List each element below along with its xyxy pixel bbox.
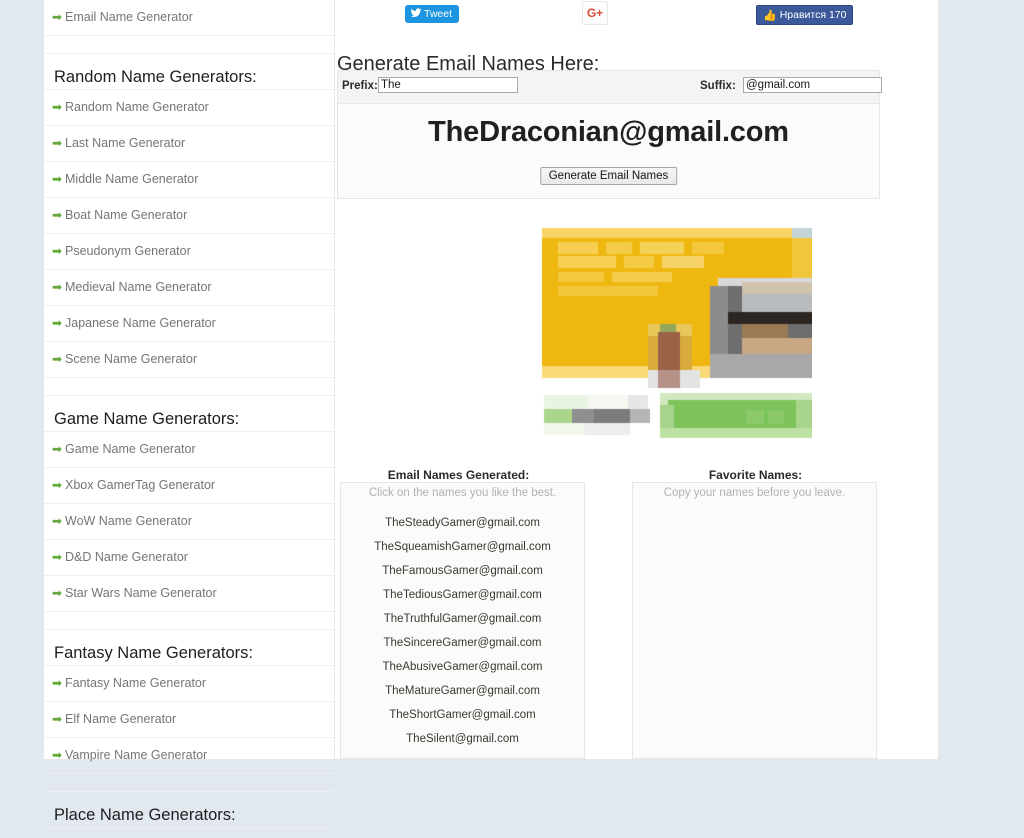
sidebar-item-star-wars-name-generator[interactable]: ➡ Star Wars Name Generator (44, 576, 334, 612)
prefix-label: Prefix: (342, 80, 378, 92)
sidebar-item-fantasy-name-generator[interactable]: ➡ Fantasy Name Generator (44, 666, 334, 702)
sidebar-section-heading-place-name-generators: Place Name Generators: (44, 792, 334, 828)
sidebar-item-scene-name-generator[interactable]: ➡ Scene Name Generator (44, 342, 334, 378)
sidebar-spacer (44, 378, 334, 396)
sidebar-item-wow-name-generator[interactable]: ➡ WoW Name Generator (44, 504, 334, 540)
sidebar-item-label: Pseudonym Generator (65, 244, 191, 258)
sidebar-item-label: Medieval Name Generator (65, 280, 212, 294)
generated-name-item[interactable]: TheTediousGamer@gmail.com (341, 589, 584, 601)
arrow-right-icon: ➡ (52, 748, 63, 762)
favorite-names-hint: Copy your names before you leave. (663, 487, 846, 499)
thumbs-up-icon: 👍 (763, 10, 777, 22)
sidebar-item-d-d-name-generator[interactable]: ➡ D&D Name Generator (44, 540, 334, 576)
arrow-right-icon: ➡ (52, 514, 63, 528)
sidebar-section-heading-game-name-generators: Game Name Generators: (44, 396, 334, 432)
generated-name-item[interactable]: TheMatureGamer@gmail.com (341, 685, 584, 697)
generated-names-box[interactable]: Click on the names you like the best. Th… (340, 482, 585, 759)
sidebar-item-xbox-gamertag-generator[interactable]: ➡ Xbox GamerTag Generator (44, 468, 334, 504)
sidebar-section-heading-random-name-generators: Random Name Generators: (44, 54, 334, 90)
generated-names-hint: Click on the names you like the best. (368, 487, 557, 499)
arrow-right-icon: ➡ (52, 676, 63, 690)
generator-panel: Prefix: Suffix: TheDraconian@gmail.com G… (337, 70, 882, 199)
tweet-button[interactable]: Tweet (405, 5, 460, 23)
social-share-bar: Tweet G+ 👍 Нравится 170 (335, 0, 938, 28)
generated-email-display: TheDraconian@gmail.com (428, 116, 789, 148)
sidebar-item-label: Japanese Name Generator (65, 316, 216, 330)
sidebar-item-label: Boat Name Generator (65, 208, 188, 222)
sidebar-item-boat-name-generator[interactable]: ➡ Boat Name Generator (44, 198, 334, 234)
google-plus-icon: G+ (586, 6, 604, 20)
sidebar-item-label: Email Name Generator (65, 10, 193, 24)
sidebar-item-label: Xbox GamerTag Generator (65, 478, 216, 492)
page-root: ➡ Email Name Generator Random Name Generat… (0, 0, 1024, 828)
twitter-bird-icon (410, 7, 422, 19)
arrow-right-icon: ➡ (52, 244, 63, 258)
sidebar-item-label: Vampire Name Generator (65, 748, 208, 762)
generate-email-names-button[interactable]: Generate Email Names (539, 167, 678, 185)
sidebar-item-japanese-name-generator[interactable]: ➡ Japanese Name Generator (44, 306, 334, 342)
arrow-right-icon: ➡ (52, 550, 63, 564)
arrow-right-icon: ➡ (52, 316, 63, 330)
sidebar-item-middle-name-generator[interactable]: ➡ Middle Name Generator (44, 162, 334, 198)
generated-name-item[interactable]: TheSilent@gmail.com (341, 733, 584, 745)
favorite-names-title: Favorite Names: (708, 468, 803, 482)
sidebar-item-game-name-generator[interactable]: ➡ Game Name Generator (44, 432, 334, 468)
facebook-like-button[interactable]: 👍 Нравится 170 (756, 5, 854, 25)
generated-name-item[interactable]: TheSteadyGamer@gmail.com (341, 517, 584, 529)
pixelated-ad-image (532, 220, 812, 445)
generated-name-item[interactable]: TheTruthfulGamer@gmail.com (341, 613, 584, 625)
facebook-like-label: Нравится 170 (779, 9, 847, 21)
sidebar-spacer (44, 774, 334, 792)
generated-name-item[interactable]: TheAbusiveGamer@gmail.com (341, 661, 584, 673)
sidebar-item-last-name-generator[interactable]: ➡ Last Name Generator (44, 126, 334, 162)
favorite-names-box[interactable]: Copy your names before you leave. (632, 482, 877, 759)
generator-result-area: TheDraconian@gmail.com Generate Email Na… (338, 104, 879, 198)
main-content: Tweet G+ 👍 Нравится 170 Generate Email Na… (335, 0, 938, 759)
sidebar-spacer (44, 36, 334, 54)
tweet-button-label: Tweet (424, 8, 453, 20)
arrow-right-icon: ➡ (52, 352, 63, 366)
content-shell: ➡ Email Name Generator Random Name Generat… (44, 0, 938, 828)
sidebar-item-label: Scene Name Generator (65, 352, 198, 366)
sidebar-item-vampire-name-generator[interactable]: ➡ Vampire Name Generator (44, 738, 334, 774)
arrow-right-icon: ➡ (52, 208, 63, 222)
sidebar-item-email-name-generator[interactable]: ➡ Email Name Generator (44, 0, 334, 36)
sidebar-spacer (44, 612, 334, 630)
suffix-label: Suffix: (700, 80, 736, 92)
generated-name-item[interactable]: TheShortGamer@gmail.com (341, 709, 584, 721)
sidebar-item-label: Star Wars Name Generator (65, 586, 217, 600)
generated-name-item[interactable]: TheSqueamishGamer@gmail.com (341, 541, 584, 553)
sidebar-item-random-name-generator[interactable]: ➡ Random Name Generator (44, 90, 334, 126)
arrow-right-icon: ➡ (52, 478, 63, 492)
sidebar-item-medieval-name-generator[interactable]: ➡ Medieval Name Generator (44, 270, 334, 306)
arrow-right-icon: ➡ (52, 10, 63, 24)
generated-name-item[interactable]: TheFamousGamer@gmail.com (341, 565, 584, 577)
google-plus-button[interactable]: G+ (582, 1, 608, 25)
sidebar-navigation: ➡ Email Name Generator Random Name Generat… (44, 0, 335, 828)
generated-names-title: Email Names Generated: (387, 468, 530, 482)
sidebar-item-label: Random Name Generator (65, 100, 209, 114)
prefix-input[interactable] (378, 77, 518, 93)
sidebar-item-label: Middle Name Generator (65, 172, 199, 186)
generated-name-item[interactable]: TheSincereGamer@gmail.com (341, 637, 584, 649)
generator-input-row: Prefix: Suffix: (338, 71, 882, 104)
sidebar-section-heading-fantasy-name-generators: Fantasy Name Generators: (44, 630, 334, 666)
arrow-right-icon: ➡ (52, 100, 63, 114)
sidebar-item-label: D&D Name Generator (65, 550, 188, 564)
arrow-right-icon: ➡ (52, 172, 63, 186)
arrow-right-icon: ➡ (52, 280, 63, 294)
suffix-input[interactable] (743, 77, 882, 93)
arrow-right-icon: ➡ (52, 136, 63, 150)
sidebar-item-label: Fantasy Name Generator (65, 676, 207, 690)
arrow-right-icon: ➡ (52, 442, 63, 456)
sidebar-item-label: Last Name Generator (65, 136, 186, 150)
arrow-right-icon: ➡ (52, 712, 63, 726)
advertisement-banner[interactable] (532, 220, 812, 445)
arrow-right-icon: ➡ (52, 586, 63, 600)
sidebar-item-label: WoW Name Generator (65, 514, 192, 528)
sidebar-item-elf-name-generator[interactable]: ➡ Elf Name Generator (44, 702, 334, 738)
sidebar-item-label: Elf Name Generator (65, 712, 177, 726)
sidebar-item-pseudonym-generator[interactable]: ➡ Pseudonym Generator (44, 234, 334, 270)
sidebar-item-label: Game Name Generator (65, 442, 196, 456)
